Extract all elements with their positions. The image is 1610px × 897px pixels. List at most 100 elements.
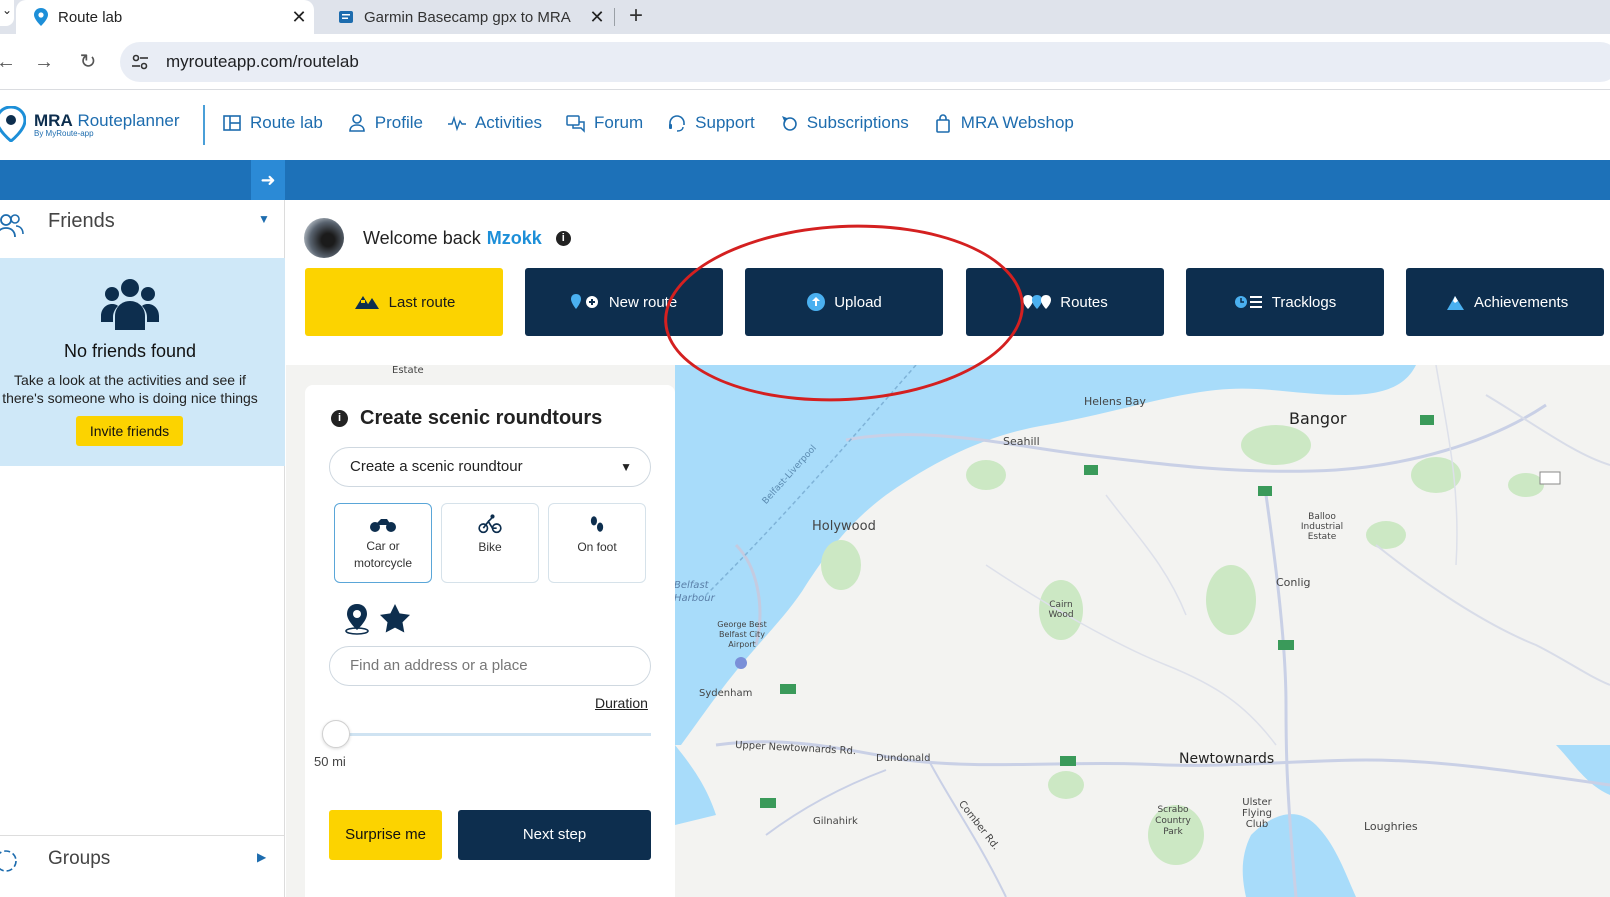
logo-rest-text: Routeplanner	[72, 110, 180, 130]
nav-divider	[203, 105, 205, 145]
logo-text: MRA Routeplanner By MyRoute-app	[34, 111, 180, 138]
location-favorite-toggles	[343, 603, 411, 635]
browser-tab-garmin[interactable]: Garmin Basecamp gpx to MRA ✕	[322, 0, 612, 34]
map-label: Estate	[392, 365, 424, 376]
badge-icon	[781, 116, 797, 131]
welcome-line: Welcome back Mzokk i	[363, 228, 571, 249]
mode-label: Car or motorcycle	[353, 539, 412, 570]
map-label: Conlig	[1276, 576, 1311, 589]
map-label: Seahill	[1003, 435, 1040, 448]
map-label: Cairn Wood	[1048, 600, 1074, 620]
chevron-down-icon[interactable]: ▼	[258, 212, 270, 226]
pin-plus-icon	[570, 294, 598, 309]
groups-section[interactable]: Groups ▶	[0, 835, 285, 885]
last-route-button[interactable]: Last route	[305, 268, 503, 336]
address-bar[interactable]: myrouteapp.com/routelab	[120, 42, 1610, 82]
duration-slider-handle[interactable]	[322, 720, 350, 748]
back-arrow-icon[interactable]: ←	[0, 48, 20, 76]
new-tab-icon[interactable]: +	[624, 0, 648, 34]
logo-pin-icon	[0, 106, 26, 142]
footprints-icon	[590, 516, 604, 532]
next-step-button[interactable]: Next step	[458, 810, 651, 860]
motorcycle-icon	[370, 519, 396, 532]
nav-activities[interactable]: Activities	[447, 113, 542, 133]
nav-label: Support	[695, 113, 755, 132]
url-text: myrouteapp.com/routelab	[166, 52, 359, 71]
panel-title: i Create scenic roundtours	[331, 407, 602, 430]
groups-icon	[0, 850, 17, 872]
browser-tab-route-lab[interactable]: Route lab ✕	[16, 0, 314, 34]
browser-tab-strip: ⌄ Route lab ✕ Garmin Basecamp gpx to MRA…	[0, 0, 1610, 34]
nav-label: Activities	[474, 113, 543, 132]
no-friends-title: No friends found	[63, 341, 197, 361]
roundtour-type-select[interactable]: Create a scenic roundtour ▼	[329, 447, 651, 487]
forward-arrow-icon[interactable]: →	[30, 48, 58, 76]
tab-scroll-icon[interactable]: ⌄	[0, 0, 14, 26]
tab-divider	[614, 8, 615, 26]
user-icon	[348, 114, 365, 132]
achievements-button[interactable]: Achievements	[1406, 268, 1604, 336]
nav-forum[interactable]: Forum	[566, 113, 643, 133]
map-label: Balloo Industrial Estate	[1300, 512, 1344, 542]
nav-support[interactable]: Support	[667, 113, 755, 133]
surprise-me-button[interactable]: Surprise me	[329, 810, 442, 860]
mode-on-foot[interactable]: On foot	[548, 503, 646, 583]
main-nav: Route lab Profile Activities Forum Suppo…	[222, 113, 1074, 133]
bicycle-icon	[478, 514, 502, 534]
clock-list-icon	[1234, 296, 1262, 308]
no-friends-card: No friends found Take a look at the acti…	[0, 258, 285, 466]
friends-icon	[0, 214, 24, 238]
map-label: Scrabo Country Park	[1155, 805, 1191, 837]
star-icon[interactable]	[379, 603, 411, 633]
chevron-down-icon: ▼	[620, 460, 632, 474]
flags-icon	[354, 296, 379, 309]
map-label: Bangor	[1289, 409, 1347, 428]
friends-title[interactable]: Friends	[48, 210, 115, 233]
nav-profile[interactable]: Profile	[347, 113, 423, 133]
site-settings-icon[interactable]	[120, 42, 160, 82]
action-label: Routes	[1060, 293, 1108, 311]
panel-title-text: Create scenic roundtours	[360, 407, 603, 429]
info-icon[interactable]: i	[555, 231, 571, 246]
close-tab-icon[interactable]: ✕	[582, 7, 612, 28]
forum-favicon-icon	[339, 11, 353, 23]
pulse-icon	[447, 115, 466, 132]
map-grid-icon	[223, 115, 241, 131]
nav-subscriptions[interactable]: Subscriptions	[779, 113, 909, 133]
tab-title: Route lab	[58, 8, 123, 26]
mountain-icon	[1447, 296, 1464, 310]
nav-webshop[interactable]: MRA Webshop	[933, 113, 1074, 133]
address-search-input[interactable]: Find an address or a place	[329, 646, 651, 686]
mode-bike[interactable]: Bike	[441, 503, 539, 583]
map-label: Newtownards	[1179, 751, 1275, 767]
mode-label: Bike	[478, 540, 502, 554]
mra-logo[interactable]: MRA Routeplanner By MyRoute-app	[0, 106, 180, 142]
slider-value: 50 mi	[314, 754, 346, 769]
collapse-sidebar-arrow-icon[interactable]: ➜	[251, 160, 285, 200]
pins-icon	[1023, 295, 1052, 309]
mode-car-motorcycle[interactable]: Car or motorcycle	[334, 503, 432, 583]
duration-link[interactable]: Duration	[595, 695, 648, 711]
map-pin-favicon-icon	[34, 8, 48, 26]
action-label: Last route	[388, 293, 456, 311]
map-label: Loughries	[1364, 820, 1418, 833]
group-users-icon	[101, 279, 159, 330]
chevron-right-icon[interactable]: ▶	[257, 850, 266, 864]
action-label: Achievements	[1474, 293, 1569, 311]
nav-route-lab[interactable]: Route lab	[222, 113, 323, 133]
app-header: MRA Routeplanner By MyRoute-app Route la…	[0, 91, 1610, 161]
info-icon[interactable]: i	[331, 410, 348, 427]
duration-slider-track[interactable]	[339, 733, 651, 736]
close-tab-icon[interactable]: ✕	[284, 7, 314, 28]
location-pin-icon[interactable]	[343, 603, 371, 635]
username[interactable]: Mzokk	[487, 228, 542, 249]
map-label: Dundonald	[876, 753, 931, 764]
nav-label: MRA Webshop	[960, 113, 1074, 132]
browser-toolbar: ← → ↻ myrouteapp.com/routelab	[0, 34, 1610, 90]
avatar[interactable]	[304, 218, 344, 258]
tracklogs-button[interactable]: Tracklogs	[1186, 268, 1384, 336]
reload-icon[interactable]: ↻	[74, 48, 102, 76]
invite-friends-button[interactable]: Invite friends	[76, 416, 183, 446]
map-label: Ulster Flying Club	[1242, 797, 1272, 830]
nav-label: Forum	[594, 113, 644, 132]
